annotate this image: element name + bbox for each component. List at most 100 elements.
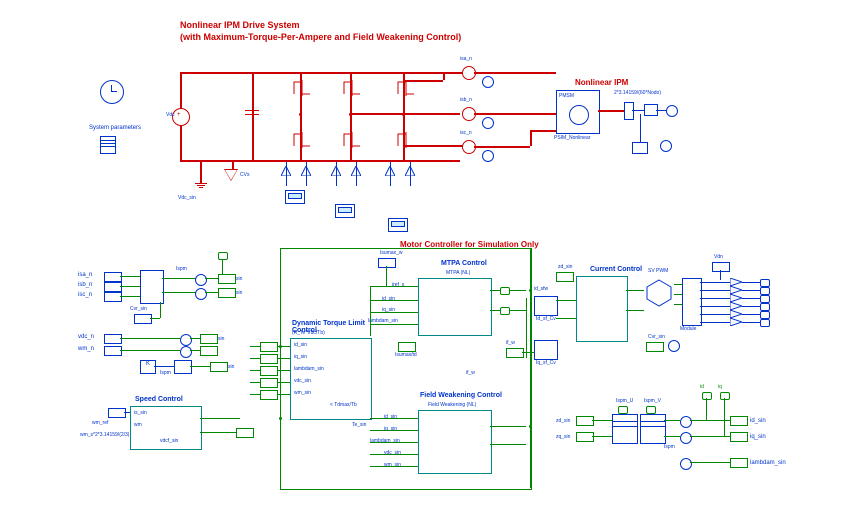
vdcf-sin-label: vdcf_sin bbox=[160, 438, 178, 444]
port-box bbox=[378, 258, 396, 268]
scope-icon bbox=[335, 204, 355, 218]
sin-label: sin bbox=[236, 276, 242, 282]
sv-pwm-block bbox=[644, 278, 674, 310]
iq-out: iq bbox=[718, 384, 722, 390]
sensor-icon bbox=[482, 150, 494, 162]
id-port bbox=[218, 252, 228, 260]
gate-triangle-icon bbox=[281, 166, 291, 178]
port-box bbox=[260, 354, 278, 364]
tl-wm-sin: wm_sin bbox=[294, 390, 311, 396]
port-box bbox=[260, 366, 278, 376]
port-box bbox=[260, 390, 278, 400]
combine-block bbox=[534, 296, 558, 316]
ispm-label: Ispm bbox=[176, 266, 187, 272]
tl-lambdam: lambdam_sin bbox=[294, 366, 324, 372]
wm-label: wm bbox=[134, 422, 142, 428]
main-title-line2: (with Maximum-Torque-Per-Ampere and Fiel… bbox=[180, 32, 461, 44]
abc-dq-block bbox=[140, 270, 164, 304]
tl-tdmax: < Tdmax/Tb bbox=[330, 402, 357, 408]
cvr-sin-label2: Cvr_sin bbox=[648, 334, 665, 340]
combine-block2 bbox=[534, 340, 558, 360]
pmsm-block: PMSM bbox=[556, 90, 600, 134]
current-control-block bbox=[576, 276, 628, 342]
motor-icon bbox=[569, 105, 589, 125]
main-title-line1: Nonlinear IPM Drive System bbox=[180, 20, 300, 32]
sin-label4: sin bbox=[228, 364, 234, 370]
load-block bbox=[624, 102, 634, 120]
switch-icon bbox=[396, 132, 416, 150]
sum-icon bbox=[195, 274, 207, 286]
equation-label: 2*3.14159/(60*Nodo) bbox=[614, 90, 661, 96]
sensor-icon bbox=[660, 140, 672, 152]
port-box bbox=[712, 262, 730, 272]
pwm-out-port bbox=[760, 311, 770, 319]
buffer-icon bbox=[730, 318, 742, 328]
zq-label: zq_sin bbox=[556, 434, 570, 440]
ispm-u: Ispm_U bbox=[616, 398, 633, 404]
port-box bbox=[200, 346, 218, 356]
sum-icon bbox=[180, 334, 192, 346]
pwm-out-port bbox=[760, 279, 770, 287]
vdc-label: Vdc bbox=[166, 112, 175, 118]
wm-ref-label: wm_ref bbox=[92, 420, 108, 426]
cvs-label: CVs bbox=[240, 172, 249, 178]
port-box bbox=[210, 362, 228, 372]
controller-title: Motor Controller for Simulation Only bbox=[400, 240, 539, 249]
vdc-n-label: vdc_n bbox=[78, 334, 94, 340]
port-box bbox=[506, 348, 524, 358]
port-box bbox=[104, 292, 122, 302]
fw-title: Field Weakening Control bbox=[420, 392, 502, 399]
gate-triangle-icon bbox=[405, 166, 415, 178]
lambdam-sin-out: lambdam_sin bbox=[750, 460, 786, 466]
fw-wm: wm_sin bbox=[384, 462, 401, 468]
cvr-sin-label: Cvr_sin bbox=[130, 306, 147, 312]
gate-triangle-icon bbox=[385, 166, 395, 178]
id-sin-out: id_sin bbox=[750, 418, 766, 424]
mtpa-subtitle: MTPA (NL) bbox=[446, 270, 470, 276]
port-box bbox=[556, 272, 574, 282]
ifw-tag: if_w bbox=[506, 340, 515, 346]
capacitor-icon2 bbox=[245, 114, 259, 115]
pmsm-label: PMSM bbox=[559, 93, 574, 99]
ispm-label3: Ispm bbox=[664, 444, 675, 450]
iq-sin-out: iq_sin bbox=[750, 434, 766, 440]
pwm-module-block bbox=[682, 278, 702, 326]
module-label: Module bbox=[680, 326, 696, 332]
pwm-out-port bbox=[760, 295, 770, 303]
port-box bbox=[260, 378, 278, 388]
port-box bbox=[576, 432, 594, 442]
sin-label3: sin bbox=[218, 336, 224, 342]
port-box bbox=[646, 342, 664, 352]
id-sfw-label: id_sfw bbox=[534, 286, 548, 292]
isb-n-port-label: isb_n bbox=[78, 282, 92, 288]
port-box bbox=[730, 458, 748, 468]
port-box bbox=[730, 432, 748, 442]
sum-icon bbox=[180, 346, 192, 358]
fw-vdc: vdc_sin bbox=[384, 450, 401, 456]
filter-block bbox=[174, 360, 192, 374]
isc-n-label: isc_n bbox=[460, 130, 472, 136]
port-box bbox=[260, 342, 278, 352]
pwm-out-port bbox=[760, 319, 770, 327]
sum-icon bbox=[666, 105, 678, 117]
mtpa-iref: iref_s bbox=[392, 282, 404, 288]
isb-n-label: isb_n bbox=[460, 97, 472, 103]
sin-label2: sin bbox=[236, 290, 242, 296]
port-icon bbox=[702, 392, 712, 400]
pwm-out-port bbox=[760, 303, 770, 311]
zd-label: zd_sin bbox=[556, 418, 570, 424]
port-box bbox=[576, 416, 594, 426]
port-box bbox=[108, 408, 126, 418]
port-icon bbox=[500, 287, 510, 295]
switch-icon bbox=[292, 80, 312, 98]
port-icon bbox=[720, 392, 730, 400]
nonlinear-ipm-label: Nonlinear IPM bbox=[575, 78, 628, 87]
lut-block bbox=[612, 414, 638, 444]
switch-icon bbox=[292, 132, 312, 150]
capacitor-icon bbox=[245, 110, 259, 111]
scope-icon bbox=[388, 218, 408, 232]
torque-limit-subtitle: (R_Te*Vdc/Tb) bbox=[292, 330, 325, 336]
id-out: id bbox=[700, 384, 704, 390]
port-box bbox=[730, 416, 748, 426]
cvs-triangle-icon bbox=[225, 170, 237, 180]
